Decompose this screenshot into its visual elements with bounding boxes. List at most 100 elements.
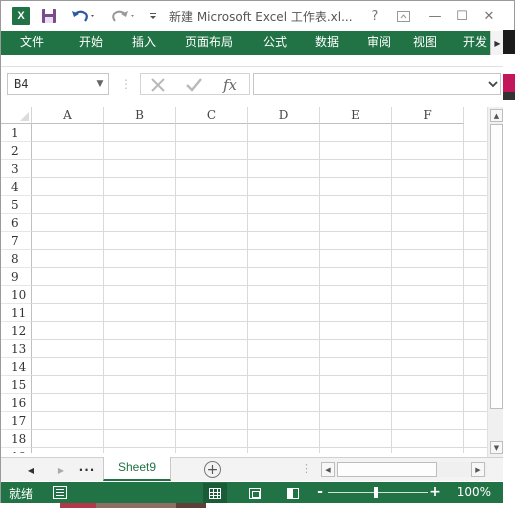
- close-button[interactable]: ✕: [477, 7, 501, 25]
- tab-file[interactable]: 文件: [3, 31, 61, 55]
- zoom-out-button[interactable]: -: [315, 484, 325, 500]
- normal-view-icon: [209, 487, 221, 499]
- next-sheet-button[interactable]: ▶: [53, 462, 69, 478]
- page-layout-view-button[interactable]: [243, 483, 267, 503]
- scroll-down-button[interactable]: ▼: [490, 441, 503, 454]
- undo-button[interactable]: [69, 7, 99, 25]
- status-bar: 就绪 - + 100%: [1, 482, 504, 504]
- tab-formulas[interactable]: 公式: [255, 31, 295, 55]
- vertical-scroll-thumb[interactable]: [490, 124, 503, 409]
- column-header[interactable]: E: [320, 107, 392, 124]
- macro-record-icon[interactable]: [53, 486, 67, 499]
- scroll-up-button[interactable]: ▲: [490, 109, 503, 122]
- add-sheet-button[interactable]: +: [204, 461, 221, 478]
- row-header[interactable]: 4: [1, 178, 32, 196]
- chevron-down-icon[interactable]: ▼: [91, 73, 109, 95]
- maximize-button[interactable]: ☐: [450, 7, 474, 25]
- zoom-slider-track[interactable]: [328, 492, 428, 493]
- plus-icon: +: [206, 461, 219, 478]
- redo-button[interactable]: [109, 7, 139, 25]
- ribbon-scroll-right-button[interactable]: ▶: [490, 31, 504, 55]
- column-header[interactable]: F: [392, 107, 464, 124]
- column-header[interactable]: B: [104, 107, 176, 124]
- formula-buttons: fx: [140, 73, 250, 95]
- formula-bar: B4 ▼ ⋮ fx: [1, 67, 504, 101]
- chevron-down-icon: [488, 81, 498, 88]
- chevron-right-icon: ▶: [494, 38, 501, 48]
- vertical-scrollbar[interactable]: ▲ ▼: [487, 107, 504, 457]
- row-header[interactable]: 19: [1, 448, 32, 453]
- row-header[interactable]: 8: [1, 250, 32, 268]
- desktop-edge-block: [503, 30, 515, 54]
- minimize-button[interactable]: —: [423, 7, 447, 25]
- row-header[interactable]: 14: [1, 358, 32, 376]
- previous-sheet-button[interactable]: ◀: [23, 462, 39, 478]
- more-sheets-button[interactable]: ...: [79, 459, 95, 475]
- row-header[interactable]: 18: [1, 430, 32, 448]
- excel-app-icon[interactable]: X: [11, 7, 31, 25]
- formula-input[interactable]: [253, 73, 501, 95]
- desktop-edge-block: [503, 92, 515, 100]
- row-header[interactable]: 6: [1, 214, 32, 232]
- formula-bar-grip[interactable]: ⋮: [120, 77, 132, 91]
- row-header[interactable]: 1: [1, 124, 32, 142]
- row-header[interactable]: 10: [1, 286, 32, 304]
- ribbon-options-icon: [396, 10, 410, 22]
- save-button[interactable]: [39, 7, 59, 25]
- scroll-left-button[interactable]: ◀: [321, 462, 335, 477]
- tab-split-handle[interactable]: ⋮: [301, 462, 312, 478]
- desktop-edge-block: [503, 74, 515, 92]
- window-title: 新建 Microsoft Excel 工作表.xl...: [169, 10, 353, 24]
- zoom-level[interactable]: 100%: [451, 485, 491, 499]
- tab-review[interactable]: 审阅: [359, 31, 399, 55]
- normal-view-button[interactable]: [203, 483, 227, 503]
- row-header[interactable]: 12: [1, 322, 32, 340]
- scroll-right-button[interactable]: ▶: [471, 462, 485, 477]
- cancel-entry-button[interactable]: [143, 74, 173, 96]
- ribbon-collapsed-area: [1, 55, 504, 67]
- row-header[interactable]: 9: [1, 268, 32, 286]
- excel-window: X 新建 Microsoft Excel 工作表.xl... ? — ☐ ✕ 文…: [0, 0, 515, 508]
- page-layout-icon: [249, 487, 261, 499]
- tab-view[interactable]: 视图: [405, 31, 445, 55]
- taskbar-edge-block: [60, 503, 96, 508]
- row-header[interactable]: 13: [1, 340, 32, 358]
- row-header[interactable]: 16: [1, 394, 32, 412]
- page-break-preview-button[interactable]: [281, 483, 305, 503]
- ribbon-display-options-button[interactable]: [391, 7, 415, 25]
- help-button[interactable]: ?: [363, 7, 387, 25]
- confirm-entry-button[interactable]: [179, 74, 209, 96]
- insert-function-button[interactable]: fx: [215, 74, 245, 96]
- excel-logo-icon: X: [12, 7, 30, 25]
- row-header[interactable]: 5: [1, 196, 32, 214]
- tab-page-layout[interactable]: 页面布局: [178, 31, 240, 55]
- check-icon: [186, 78, 202, 92]
- cell-grid[interactable]: [32, 124, 487, 453]
- tab-insert[interactable]: 插入: [124, 31, 164, 55]
- worksheet-grid: ABCDEF 12345678910111213141516171819: [1, 107, 487, 453]
- column-header[interactable]: C: [176, 107, 248, 124]
- zoom-in-button[interactable]: +: [429, 484, 441, 500]
- row-header[interactable]: 2: [1, 142, 32, 160]
- chevron-down-icon: [150, 13, 156, 19]
- row-header[interactable]: 11: [1, 304, 32, 322]
- expand-formula-bar-button[interactable]: [485, 73, 501, 95]
- horizontal-scroll-thumb[interactable]: [337, 462, 437, 477]
- column-header[interactable]: D: [248, 107, 320, 124]
- customize-qat-button[interactable]: [146, 7, 160, 25]
- sheet-tab-active[interactable]: Sheet9: [103, 457, 171, 481]
- desktop-background-edge: [503, 30, 515, 508]
- row-header[interactable]: 3: [1, 160, 32, 178]
- column-header[interactable]: A: [32, 107, 104, 124]
- select-all-triangle: [20, 112, 29, 121]
- select-all-corner[interactable]: [1, 107, 32, 124]
- row-header[interactable]: 17: [1, 412, 32, 430]
- row-header[interactable]: 7: [1, 232, 32, 250]
- tab-home[interactable]: 开始: [71, 31, 111, 55]
- tab-data[interactable]: 数据: [307, 31, 347, 55]
- undo-icon: [72, 10, 94, 22]
- row-header[interactable]: 15: [1, 376, 32, 394]
- horizontal-scrollbar[interactable]: ◀ ▶: [321, 462, 487, 477]
- page-break-icon: [287, 487, 299, 499]
- zoom-slider-thumb[interactable]: [374, 487, 378, 498]
